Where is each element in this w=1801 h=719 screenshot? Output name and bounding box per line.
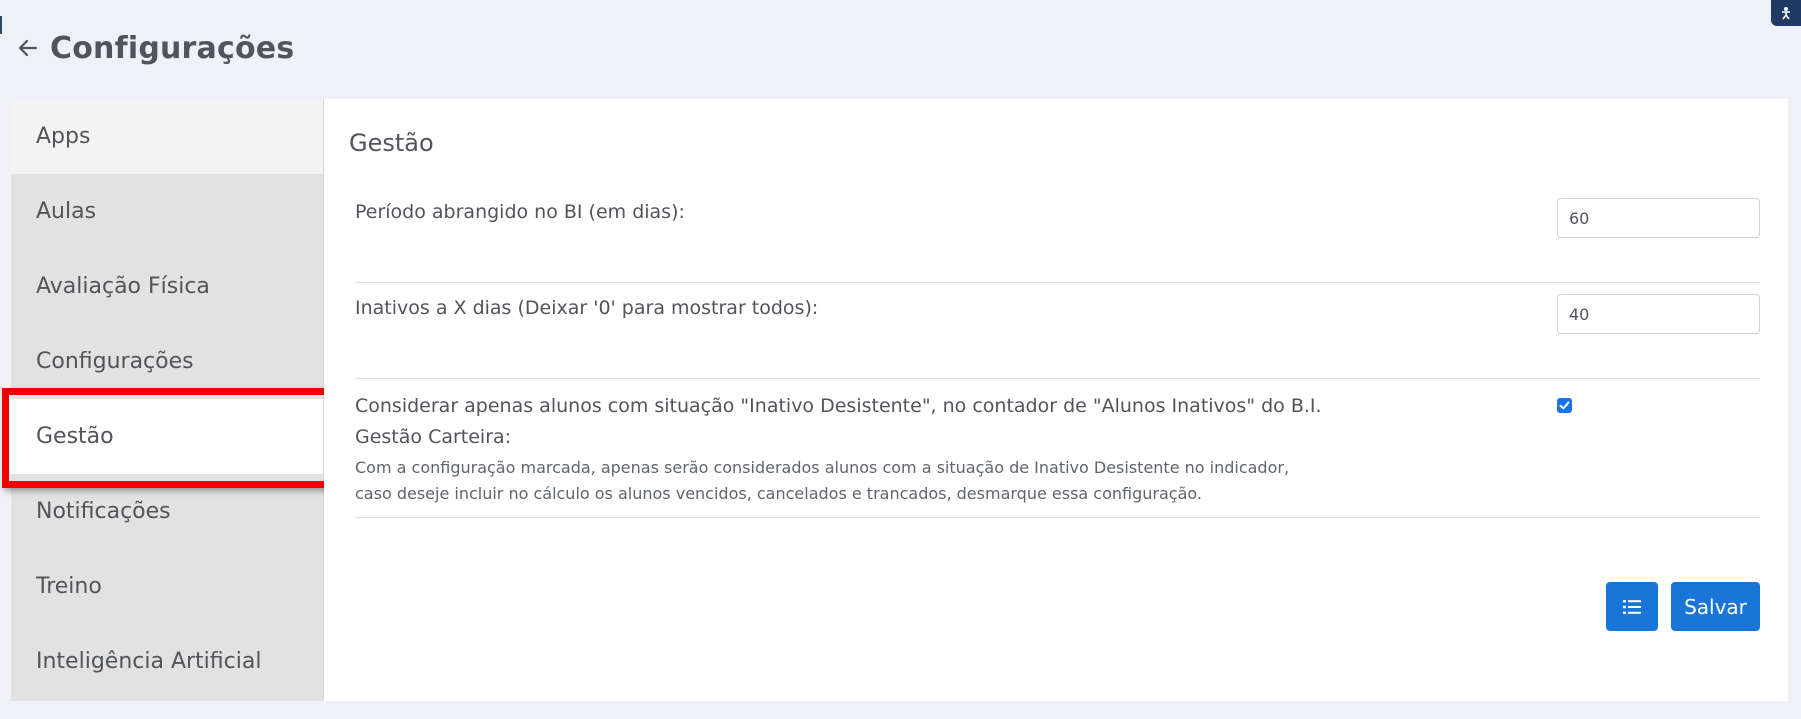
sidebar-item-avaliacao-fisica[interactable]: Avaliação Física bbox=[11, 249, 323, 324]
sidebar-item-configuracoes[interactable]: Configurações bbox=[11, 324, 323, 399]
setting-row-inativo-desistente: Considerar apenas alunos com situação "I… bbox=[355, 379, 1760, 518]
setting-description: Com a configuração marcada, apenas serão… bbox=[355, 458, 1290, 503]
setting-label-inativo-desistente: Considerar apenas alunos com situação "I… bbox=[355, 395, 1322, 417]
save-button[interactable]: Salvar bbox=[1671, 582, 1760, 631]
gestao-carteira-subtitle: Gestão Carteira: bbox=[355, 426, 512, 448]
setting-row-periodo-bi: Período abrangido no BI (em dias): bbox=[355, 189, 1760, 283]
left-edge-marker bbox=[0, 16, 2, 34]
inativos-dias-input[interactable] bbox=[1557, 294, 1760, 334]
settings-sidebar: Apps Aulas Avaliação Física Configuraçõe… bbox=[11, 99, 324, 701]
inativo-desistente-checkbox[interactable] bbox=[1557, 398, 1572, 413]
setting-row-inativos-dias: Inativos a X dias (Deixar '0' para mostr… bbox=[355, 283, 1760, 379]
page-title: Configurações bbox=[50, 30, 295, 66]
sidebar-item-gestao[interactable]: Gestão bbox=[11, 399, 323, 474]
section-title: Gestão bbox=[349, 129, 434, 157]
checkmark-icon bbox=[1559, 401, 1570, 410]
sidebar-item-inteligencia-artificial[interactable]: Inteligência Artificial bbox=[11, 624, 323, 699]
settings-panel: Gestão Período abrangido no BI (em dias)… bbox=[324, 99, 1788, 701]
list-button[interactable] bbox=[1606, 582, 1658, 631]
sidebar-item-aulas[interactable]: Aulas bbox=[11, 174, 323, 249]
setting-label-periodo-bi: Período abrangido no BI (em dias): bbox=[355, 201, 685, 223]
accessibility-icon[interactable] bbox=[1771, 0, 1801, 26]
page-header: Configurações bbox=[14, 28, 294, 68]
sidebar-item-apps[interactable]: Apps bbox=[11, 99, 323, 174]
sidebar-item-treino[interactable]: Treino bbox=[11, 549, 323, 624]
list-icon bbox=[1623, 599, 1641, 614]
sidebar-item-notificacoes[interactable]: Notificações bbox=[11, 474, 323, 549]
periodo-bi-input[interactable] bbox=[1557, 198, 1760, 238]
arrow-left-icon[interactable] bbox=[14, 34, 42, 62]
setting-label-inativos-dias: Inativos a X dias (Deixar '0' para mostr… bbox=[355, 297, 819, 319]
